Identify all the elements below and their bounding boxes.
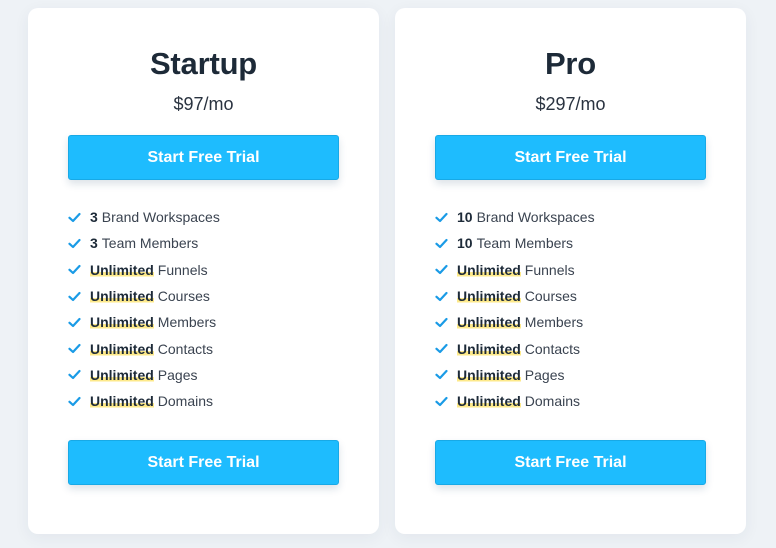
feature-item: Unlimited Contacts — [68, 335, 220, 361]
check-icon — [68, 291, 81, 301]
feature-amount: Unlimited — [90, 340, 154, 357]
check-icon — [435, 344, 448, 354]
feature-label: Domains — [157, 393, 214, 410]
feature-amount: Unlimited — [457, 314, 521, 331]
feature-amount: Unlimited — [457, 340, 521, 357]
feature-item: Unlimited Funnels — [68, 257, 220, 283]
feature-label: Members — [524, 314, 584, 331]
feature-amount: Unlimited — [457, 261, 521, 278]
start-free-trial-button-top[interactable]: Start Free Trial — [435, 135, 706, 180]
feature-item: Unlimited Courses — [68, 283, 220, 309]
feature-item: Unlimited Domains — [68, 388, 220, 414]
feature-item: Unlimited Pages — [435, 362, 595, 388]
feature-label: Contacts — [157, 340, 214, 357]
feature-item: Unlimited Members — [435, 309, 595, 335]
feature-label: Pages — [157, 366, 198, 383]
check-icon — [68, 396, 81, 406]
feature-label: Brand Workspaces — [101, 209, 220, 226]
check-icon — [68, 265, 81, 275]
start-free-trial-button-bottom[interactable]: Start Free Trial — [435, 440, 706, 485]
check-icon — [435, 370, 448, 380]
plan-title: Pro — [544, 46, 597, 81]
feature-label: Courses — [157, 288, 210, 305]
feature-list: 10 Brand Workspaces 10 Team Members Unlimite… — [435, 204, 595, 414]
check-icon — [68, 370, 81, 380]
feature-item: Unlimited Courses — [435, 283, 595, 309]
feature-item: Unlimited Funnels — [435, 257, 595, 283]
feature-label: Team Members — [476, 235, 574, 252]
feature-item: 10 Team Members — [435, 230, 595, 256]
feature-label: Courses — [524, 288, 577, 305]
check-icon — [68, 317, 81, 327]
plan-price: $297/mo — [535, 94, 606, 114]
feature-label: Domains — [524, 393, 581, 410]
feature-amount: Unlimited — [90, 288, 154, 305]
feature-amount: 3 — [90, 209, 98, 226]
check-icon — [435, 291, 448, 301]
pricing-card-startup: Startup $97/mo Start Free Trial 3 Brand W… — [28, 8, 379, 534]
check-icon — [68, 344, 81, 354]
pricing-card-pro: Pro $297/mo Start Free Trial 10 Brand Wor… — [395, 8, 746, 534]
start-free-trial-button-top[interactable]: Start Free Trial — [68, 135, 339, 180]
feature-item: Unlimited Pages — [68, 362, 220, 388]
feature-amount: 3 — [90, 235, 98, 252]
feature-amount: 10 — [457, 235, 473, 252]
check-icon — [435, 396, 448, 406]
start-free-trial-button-bottom[interactable]: Start Free Trial — [68, 440, 339, 485]
feature-amount: Unlimited — [90, 314, 154, 331]
feature-list: 3 Brand Workspaces 3 Team Members Unlimited F… — [68, 204, 220, 414]
feature-label: Funnels — [157, 261, 208, 278]
check-icon — [435, 317, 448, 327]
feature-item: 3 Team Members — [68, 230, 220, 256]
feature-amount: Unlimited — [457, 366, 521, 383]
check-icon — [68, 212, 81, 222]
feature-amount: 10 — [457, 209, 473, 226]
feature-item: Unlimited Contacts — [435, 335, 595, 361]
feature-label: Funnels — [524, 261, 575, 278]
feature-label: Pages — [524, 366, 565, 383]
check-icon — [435, 265, 448, 275]
feature-label: Team Members — [101, 235, 199, 252]
feature-amount: Unlimited — [90, 261, 154, 278]
plan-price: $97/mo — [173, 94, 234, 114]
feature-label: Members — [157, 314, 217, 331]
check-icon — [68, 238, 81, 249]
feature-item: Unlimited Members — [68, 309, 220, 335]
feature-item: 10 Brand Workspaces — [435, 204, 595, 230]
feature-amount: Unlimited — [457, 288, 521, 305]
feature-amount: Unlimited — [90, 366, 154, 383]
feature-item: Unlimited Domains — [435, 388, 595, 414]
feature-amount: Unlimited — [457, 393, 521, 410]
feature-item: 3 Brand Workspaces — [68, 204, 220, 230]
feature-label: Brand Workspaces — [476, 209, 595, 226]
check-icon — [435, 238, 448, 249]
feature-amount: Unlimited — [90, 393, 154, 410]
feature-label: Contacts — [524, 340, 581, 357]
plan-title: Startup — [149, 46, 258, 81]
check-icon — [435, 212, 448, 222]
